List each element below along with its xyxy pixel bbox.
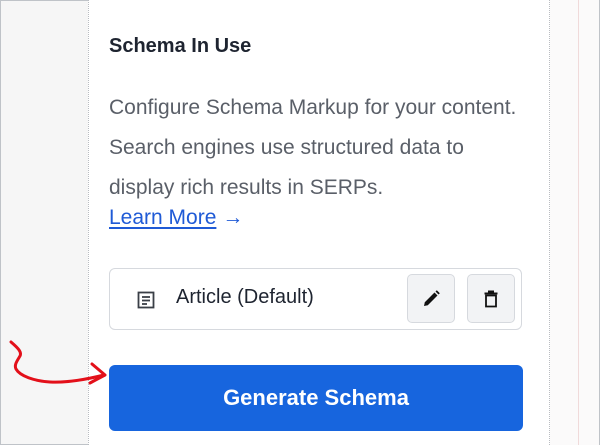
pencil-icon bbox=[424, 289, 440, 306]
trash-icon bbox=[484, 290, 498, 307]
learn-more-link[interactable]: Learn More → bbox=[109, 206, 243, 230]
panel-description: Configure Schema Markup for your content… bbox=[109, 96, 517, 199]
right-divider bbox=[578, 0, 579, 445]
annotation-arrow-icon bbox=[9, 340, 107, 385]
delete-schema-button[interactable] bbox=[467, 274, 515, 323]
edit-schema-button[interactable] bbox=[407, 274, 455, 323]
document-icon bbox=[137, 291, 155, 309]
arrow-right-icon: → bbox=[222, 206, 244, 229]
right-background bbox=[549, 0, 599, 445]
generate-schema-button[interactable]: Generate Schema bbox=[109, 365, 523, 431]
learn-more-label: Learn More bbox=[109, 206, 217, 229]
schema-item-row: Article (Default) bbox=[109, 268, 522, 330]
panel-title: Schema In Use bbox=[109, 35, 252, 57]
schema-item-label: Article (Default) bbox=[176, 286, 314, 308]
